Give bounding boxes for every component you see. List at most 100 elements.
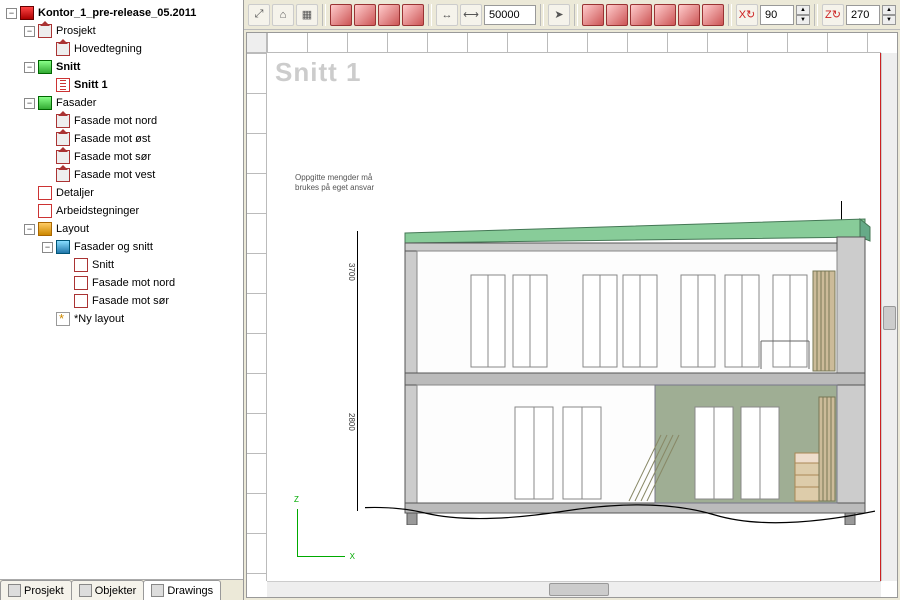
tree-fasade-vest[interactable]: Fasade mot vest [2, 166, 241, 184]
section-svg [365, 201, 875, 525]
tree-label: Fasade mot sør [92, 295, 169, 307]
tab-icon [79, 584, 92, 597]
tree-hovedtegning[interactable]: Hovedtegning [2, 40, 241, 58]
drawing-note: Oppgitte mengder må brukes på eget ansva… [295, 173, 374, 192]
star-icon [56, 312, 70, 326]
house-icon [38, 24, 52, 38]
tool-zoom-extents[interactable]: ⤢ [248, 4, 270, 26]
tree-label: Snitt [56, 61, 80, 73]
facade-icon [56, 114, 70, 128]
tool-3d-1[interactable] [330, 4, 352, 26]
tree-label: Fasade mot nord [74, 115, 157, 127]
drawing-canvas[interactable]: Snitt 1 Oppgitte mengder må brukes på eg… [267, 53, 881, 581]
scroll-thumb[interactable] [549, 583, 609, 596]
toolbar: ⤢ ⌂ ▦ ↔ ⟷ ➤ X↻ ▲▼ Z↻ [244, 0, 900, 30]
main-area: ⤢ ⌂ ▦ ↔ ⟷ ➤ X↻ ▲▼ Z↻ [244, 0, 900, 600]
project-sidebar: −Kontor_1_pre-release_05.2011 −Prosjekt … [0, 0, 244, 600]
tree-fasader-snitt[interactable]: −Fasader og snitt [2, 238, 241, 256]
tab-label: Objekter [95, 585, 137, 597]
tree-snitt[interactable]: −Snitt [2, 58, 241, 76]
section-item-icon [56, 78, 70, 92]
tree-root[interactable]: −Kontor_1_pre-release_05.2011 [2, 4, 241, 22]
tree-detaljer[interactable]: Detaljer [2, 184, 241, 202]
tree-label: Fasader [56, 97, 96, 109]
project-icon [20, 6, 34, 20]
tool-3d-2[interactable] [354, 4, 376, 26]
tab-label: Drawings [167, 585, 213, 597]
tree-layout-sor[interactable]: Fasade mot sør [2, 292, 241, 310]
tool-view-6[interactable] [702, 4, 724, 26]
tree-label: Arbeidstegninger [56, 205, 139, 217]
dim-line-inner [357, 231, 358, 511]
angle-x-input[interactable] [760, 5, 794, 25]
tool-view-2[interactable] [606, 4, 628, 26]
sheet-icon [56, 240, 70, 254]
tree-layout-snitt[interactable]: Snitt [2, 256, 241, 274]
tool-angle-x[interactable]: X↻ [736, 4, 758, 26]
scrollbar-horizontal[interactable] [267, 581, 881, 597]
dim-upper: 3700 [347, 263, 356, 281]
tree-fasader[interactable]: −Fasader [2, 94, 241, 112]
tree-label: Fasade mot vest [74, 169, 155, 181]
tree-label: Fasader og snitt [74, 241, 153, 253]
axis-indicator: Z X [297, 507, 347, 557]
tool-view-4[interactable] [654, 4, 676, 26]
item-icon [74, 276, 88, 290]
tool-3d-4[interactable] [402, 4, 424, 26]
angle-z-input[interactable] [846, 5, 880, 25]
page-icon [38, 186, 52, 200]
tab-prosjekt[interactable]: Prosjekt [0, 580, 72, 600]
tool-home[interactable]: ⌂ [272, 4, 294, 26]
facade-icon [56, 168, 70, 182]
tree-label: Layout [56, 223, 89, 235]
tool-angle-z[interactable]: Z↻ [822, 4, 844, 26]
tree-prosjekt[interactable]: −Prosjekt [2, 22, 241, 40]
tree-label: Prosjekt [56, 25, 96, 37]
facade-icon [56, 150, 70, 164]
tree-label: Snitt [92, 259, 114, 271]
tree-label: *Ny layout [74, 313, 124, 325]
scroll-thumb[interactable] [883, 306, 896, 330]
tree-layout-nord[interactable]: Fasade mot nord [2, 274, 241, 292]
dim-lower: 2800 [347, 413, 356, 431]
distance-input[interactable] [484, 5, 536, 25]
tree-label: Detaljer [56, 187, 94, 199]
angle-z-spinner[interactable]: ▲▼ [882, 5, 896, 25]
tab-drawings[interactable]: Drawings [143, 580, 221, 600]
tool-grid[interactable]: ▦ [296, 4, 318, 26]
tree-fasade-nord[interactable]: Fasade mot nord [2, 112, 241, 130]
tab-objekter[interactable]: Objekter [71, 580, 145, 600]
tab-icon [151, 584, 164, 597]
canvas-area: Snitt 1 Oppgitte mengder må brukes på eg… [246, 32, 898, 598]
tab-icon [8, 584, 21, 597]
tool-dim[interactable]: ⟷ [460, 4, 482, 26]
tree-label: Snitt 1 [74, 79, 108, 91]
tool-send[interactable]: ➤ [548, 4, 570, 26]
angle-x-spinner[interactable]: ▲▼ [796, 5, 810, 25]
tool-view-1[interactable] [582, 4, 604, 26]
tool-measure[interactable]: ↔ [436, 4, 458, 26]
scrollbar-vertical[interactable] [881, 53, 897, 581]
tree-arbeids[interactable]: Arbeidstegninger [2, 202, 241, 220]
tree-label: Fasade mot øst [74, 133, 150, 145]
tool-3d-3[interactable] [378, 4, 400, 26]
tree-root-label: Kontor_1_pre-release_05.2011 [38, 7, 196, 19]
tree-snitt-1[interactable]: Snitt 1 [2, 76, 241, 94]
tool-view-3[interactable] [630, 4, 652, 26]
tree-layout[interactable]: −Layout [2, 220, 241, 238]
note-line: brukes på eget ansvar [295, 183, 374, 192]
project-tree: −Kontor_1_pre-release_05.2011 −Prosjekt … [0, 0, 243, 579]
ruler-vertical[interactable] [247, 53, 267, 581]
item-icon [74, 294, 88, 308]
tree-label: Hovedtegning [74, 43, 142, 55]
facade-icon [56, 132, 70, 146]
section-icon [38, 60, 52, 74]
tree-fasade-ost[interactable]: Fasade mot øst [2, 130, 241, 148]
axis-x-label: X [350, 552, 355, 561]
tree-fasade-sor[interactable]: Fasade mot sør [2, 148, 241, 166]
tool-view-5[interactable] [678, 4, 700, 26]
ruler-horizontal[interactable] [267, 33, 881, 53]
tree-ny-layout[interactable]: *Ny layout [2, 310, 241, 328]
tree-label: Fasade mot sør [74, 151, 151, 163]
ruler-corner [247, 33, 267, 53]
